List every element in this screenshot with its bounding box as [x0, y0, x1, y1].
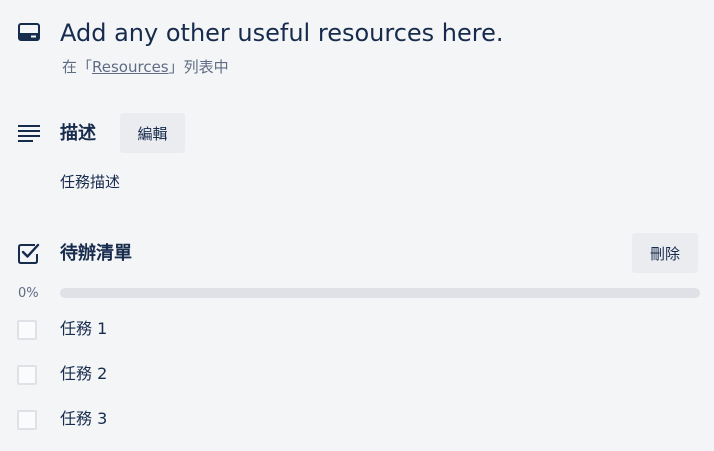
list-link[interactable]: Resources [92, 58, 169, 76]
list-location-suffix: 」列表中 [168, 58, 229, 76]
checklist-item-label[interactable]: 任務 3 [60, 408, 107, 430]
checklist-item[interactable]: 任務 2 [0, 355, 714, 395]
checklist-item[interactable]: 任務 1 [0, 310, 714, 350]
checklist-item[interactable]: 任務 3 [0, 400, 714, 440]
checklist-icon [18, 243, 40, 264]
checkbox-icon[interactable] [17, 365, 37, 385]
list-location: 在「Resources」列表中 [62, 57, 229, 77]
checklist-title: 待辦清單 [60, 243, 132, 264]
description-title: 描述 [60, 123, 96, 144]
delete-checklist-button[interactable]: 刪除 [632, 233, 698, 273]
checklist-item-label[interactable]: 任務 2 [60, 363, 107, 385]
list-location-prefix: 在「 [62, 58, 93, 76]
checkbox-icon[interactable] [17, 410, 37, 430]
card-icon [18, 23, 40, 41]
description-icon [18, 125, 40, 142]
checklist-item-label[interactable]: 任務 1 [60, 318, 107, 340]
edit-description-button[interactable]: 編輯 [120, 113, 185, 153]
checkbox-icon[interactable] [17, 320, 37, 340]
progress-percent: 0% [18, 286, 39, 301]
card-title: Add any other useful resources here. [60, 19, 504, 47]
progress-bar [60, 288, 700, 298]
description-text[interactable]: 任務描述 [60, 171, 120, 193]
